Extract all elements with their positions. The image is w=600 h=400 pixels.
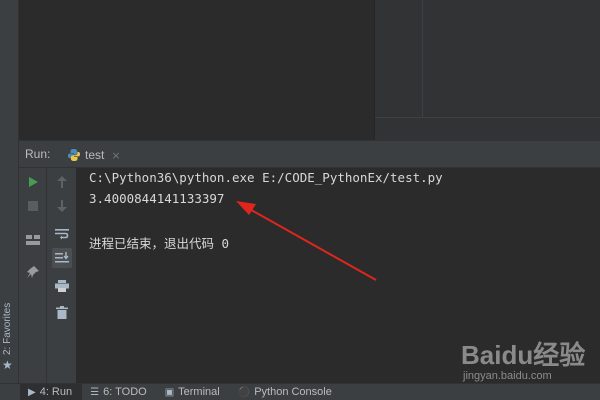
pane-divider — [422, 0, 423, 118]
arrow-down-icon — [57, 200, 67, 212]
bottom-tab-todo-label: 6: TODO — [103, 386, 147, 398]
stop-icon — [28, 201, 38, 211]
python-console-icon: ⚫ — [237, 386, 251, 398]
run-tab-label: test — [85, 148, 105, 162]
up-stack-button[interactable] — [52, 172, 72, 192]
soft-wrap-button[interactable] — [52, 224, 72, 244]
run-toolbar-secondary — [47, 168, 77, 383]
bottom-tab-terminal-label: Terminal — [178, 386, 220, 398]
rerun-button[interactable] — [23, 172, 43, 192]
run-panel-title: Run: — [25, 147, 51, 161]
console-line-command: C:\Python36\python.exe E:/CODE_PythonEx/… — [89, 170, 443, 185]
bottom-tab-run-label: 4: Run — [39, 386, 73, 398]
arrow-up-icon — [57, 176, 67, 188]
clear-all-button[interactable] — [52, 302, 72, 322]
favorites-tab[interactable]: 2: Favorites — [2, 303, 13, 355]
console-line-exit: 进程已结束，退出代码 0 — [89, 236, 230, 251]
play-icon: ▶ — [28, 386, 36, 398]
todo-icon: ☰ — [90, 386, 100, 398]
bottom-tab-python-console-label: Python Console — [254, 386, 332, 398]
print-button[interactable] — [52, 276, 72, 296]
bottom-tab-terminal[interactable]: ▣ Terminal — [157, 384, 230, 400]
run-config-tab[interactable]: test × — [67, 145, 121, 165]
trash-icon — [56, 305, 68, 319]
star-icon: ★ — [2, 358, 13, 372]
bottom-tab-run[interactable]: ▶ 4: Run — [20, 383, 83, 400]
run-panel-header: Run: test × — [19, 140, 600, 168]
close-icon[interactable]: × — [111, 149, 120, 162]
watermark-url: jingyan.baidu.com — [463, 370, 552, 382]
soft-wrap-icon — [55, 229, 69, 240]
down-stack-button[interactable] — [52, 196, 72, 216]
favorites-strip: 2: Favorites ★ — [0, 0, 19, 383]
layout-icon — [26, 235, 40, 245]
structure-pane — [374, 0, 600, 140]
scroll-to-end-button[interactable] — [52, 248, 72, 268]
terminal-icon: ▣ — [164, 386, 175, 398]
scroll-to-end-icon — [55, 252, 69, 263]
pin-icon — [27, 266, 39, 278]
bottom-tab-todo[interactable]: ☰ 6: TODO — [82, 384, 157, 400]
watermark-brand: Baidu经验 — [461, 340, 586, 370]
play-icon — [29, 177, 38, 187]
baidu-watermark: Baidu经验 jingyan.baidu.com — [455, 333, 595, 388]
editor-area[interactable] — [19, 0, 374, 140]
tool-window-bar: ▶ 4: Run ☰ 6: TODO ▣ Terminal ⚫ Python C… — [0, 383, 600, 400]
run-toolbar-primary — [19, 168, 47, 383]
pin-tab-button[interactable] — [23, 262, 43, 282]
bottom-tab-python-console[interactable]: ⚫ Python Console — [230, 384, 342, 400]
python-icon — [68, 149, 80, 161]
stop-button[interactable] — [23, 196, 43, 216]
pane-divider-horizontal — [375, 117, 600, 118]
layout-button[interactable] — [23, 230, 43, 250]
console-line-result: 3.4000844141133397 — [89, 191, 225, 206]
print-icon — [55, 280, 69, 292]
